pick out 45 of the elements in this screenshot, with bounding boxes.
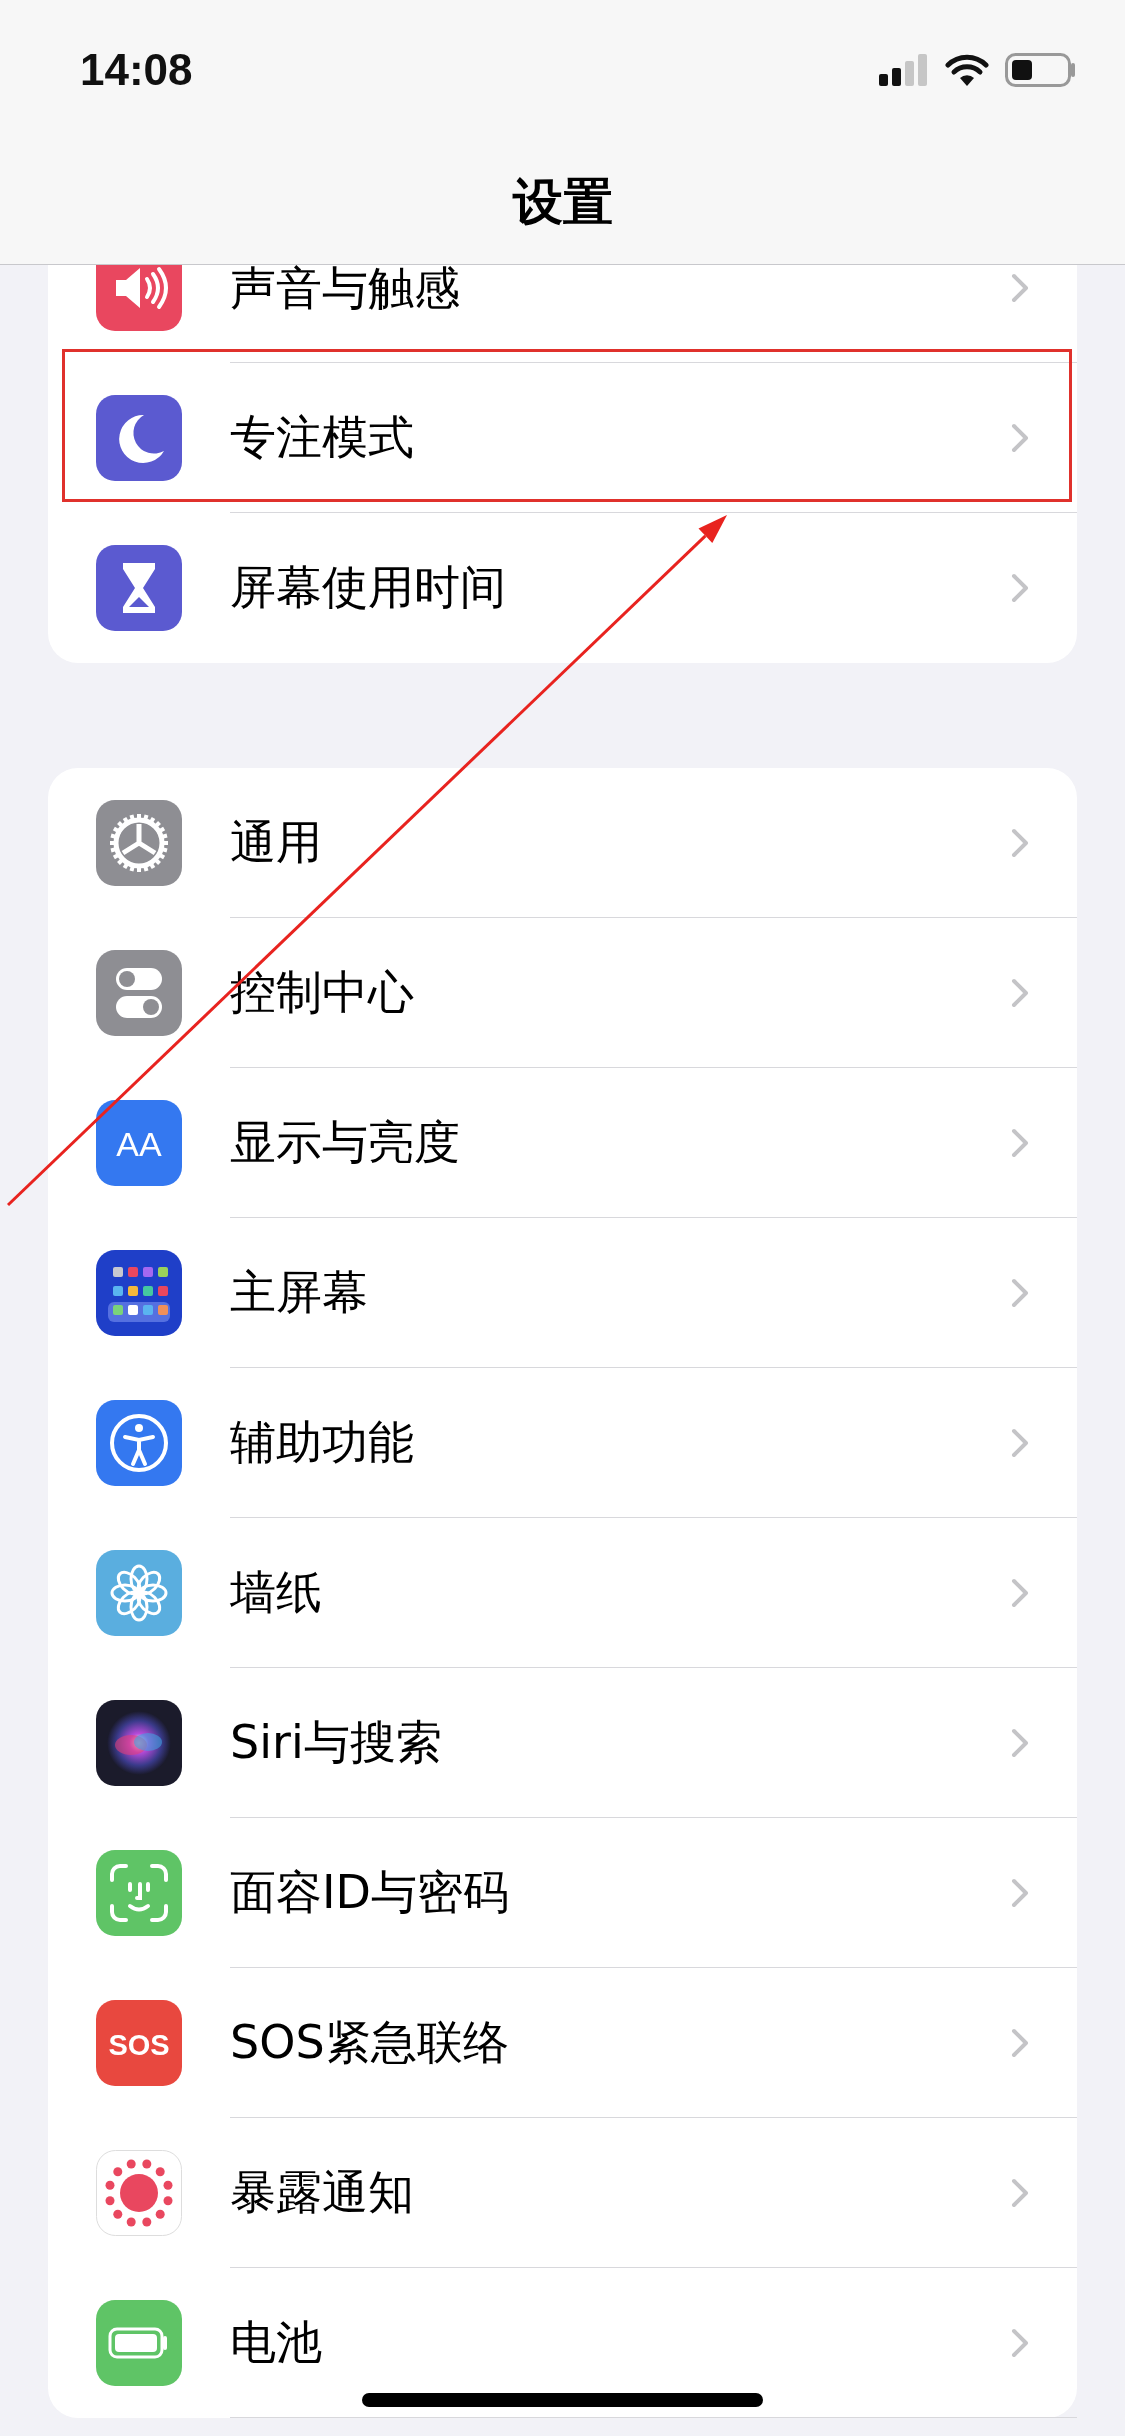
signal-icon (879, 54, 929, 86)
battery-icon (96, 2300, 182, 2386)
settings-row[interactable]: 暴露通知 (48, 2118, 1077, 2268)
wifi-icon (945, 54, 989, 86)
settings-row[interactable]: 面容ID与密码 (48, 1818, 1077, 1968)
sos-icon: SOS (96, 2000, 182, 2086)
hourglass-icon (96, 545, 182, 631)
chevron-icon (1011, 1727, 1029, 1758)
chevron-icon (1011, 273, 1029, 303)
chevron-icon (1011, 1127, 1029, 1158)
settings-row[interactable]: 专注模式 (48, 363, 1077, 513)
settings-row[interactable]: AA 显示与亮度 (48, 1068, 1077, 1218)
battery-icon (1005, 53, 1077, 87)
chevron-icon (1011, 2027, 1029, 2058)
chevron-icon (1011, 1577, 1029, 1608)
chevron-icon (1011, 2177, 1029, 2208)
face-frame-icon (96, 1850, 182, 1936)
settings-row[interactable]: 屏幕使用时间 (48, 513, 1077, 663)
chevron-icon (1011, 2327, 1029, 2358)
settings-row[interactable]: 辅助功能 (48, 1368, 1077, 1518)
chevron-icon (1011, 422, 1029, 453)
settings-row[interactable]: Siri与搜索 (48, 1668, 1077, 1818)
settings-row[interactable]: 声音与触感 (48, 265, 1077, 363)
chevron-icon (1011, 573, 1029, 603)
chevron-icon (1011, 1427, 1029, 1458)
app-grid-icon (96, 1250, 182, 1336)
letters-icon: AA (96, 1100, 182, 1186)
dotted-sun-icon (96, 2150, 182, 2236)
settings-row[interactable]: 墙纸 (48, 1518, 1077, 1668)
chevron-icon (1011, 1877, 1029, 1908)
settings-row[interactable]: 控制中心 (48, 918, 1077, 1068)
settings-row[interactable]: 主屏幕 (48, 1218, 1077, 1368)
toggles-icon (96, 950, 182, 1036)
settings-row[interactable]: 通用 (48, 768, 1077, 918)
accessibility-icon (96, 1400, 182, 1486)
moon-icon (96, 395, 182, 481)
chevron-icon (1011, 977, 1029, 1008)
chevron-icon (1011, 1277, 1029, 1308)
page-title: 设置 (512, 171, 613, 233)
orb-icon (96, 1700, 182, 1786)
chevron-icon (1011, 827, 1029, 858)
status-time: 14:08 (80, 45, 193, 95)
gear-icon (96, 800, 182, 886)
settings-row[interactable]: SOS SOS紧急联络 (48, 1968, 1077, 2118)
flower-icon (96, 1550, 182, 1636)
